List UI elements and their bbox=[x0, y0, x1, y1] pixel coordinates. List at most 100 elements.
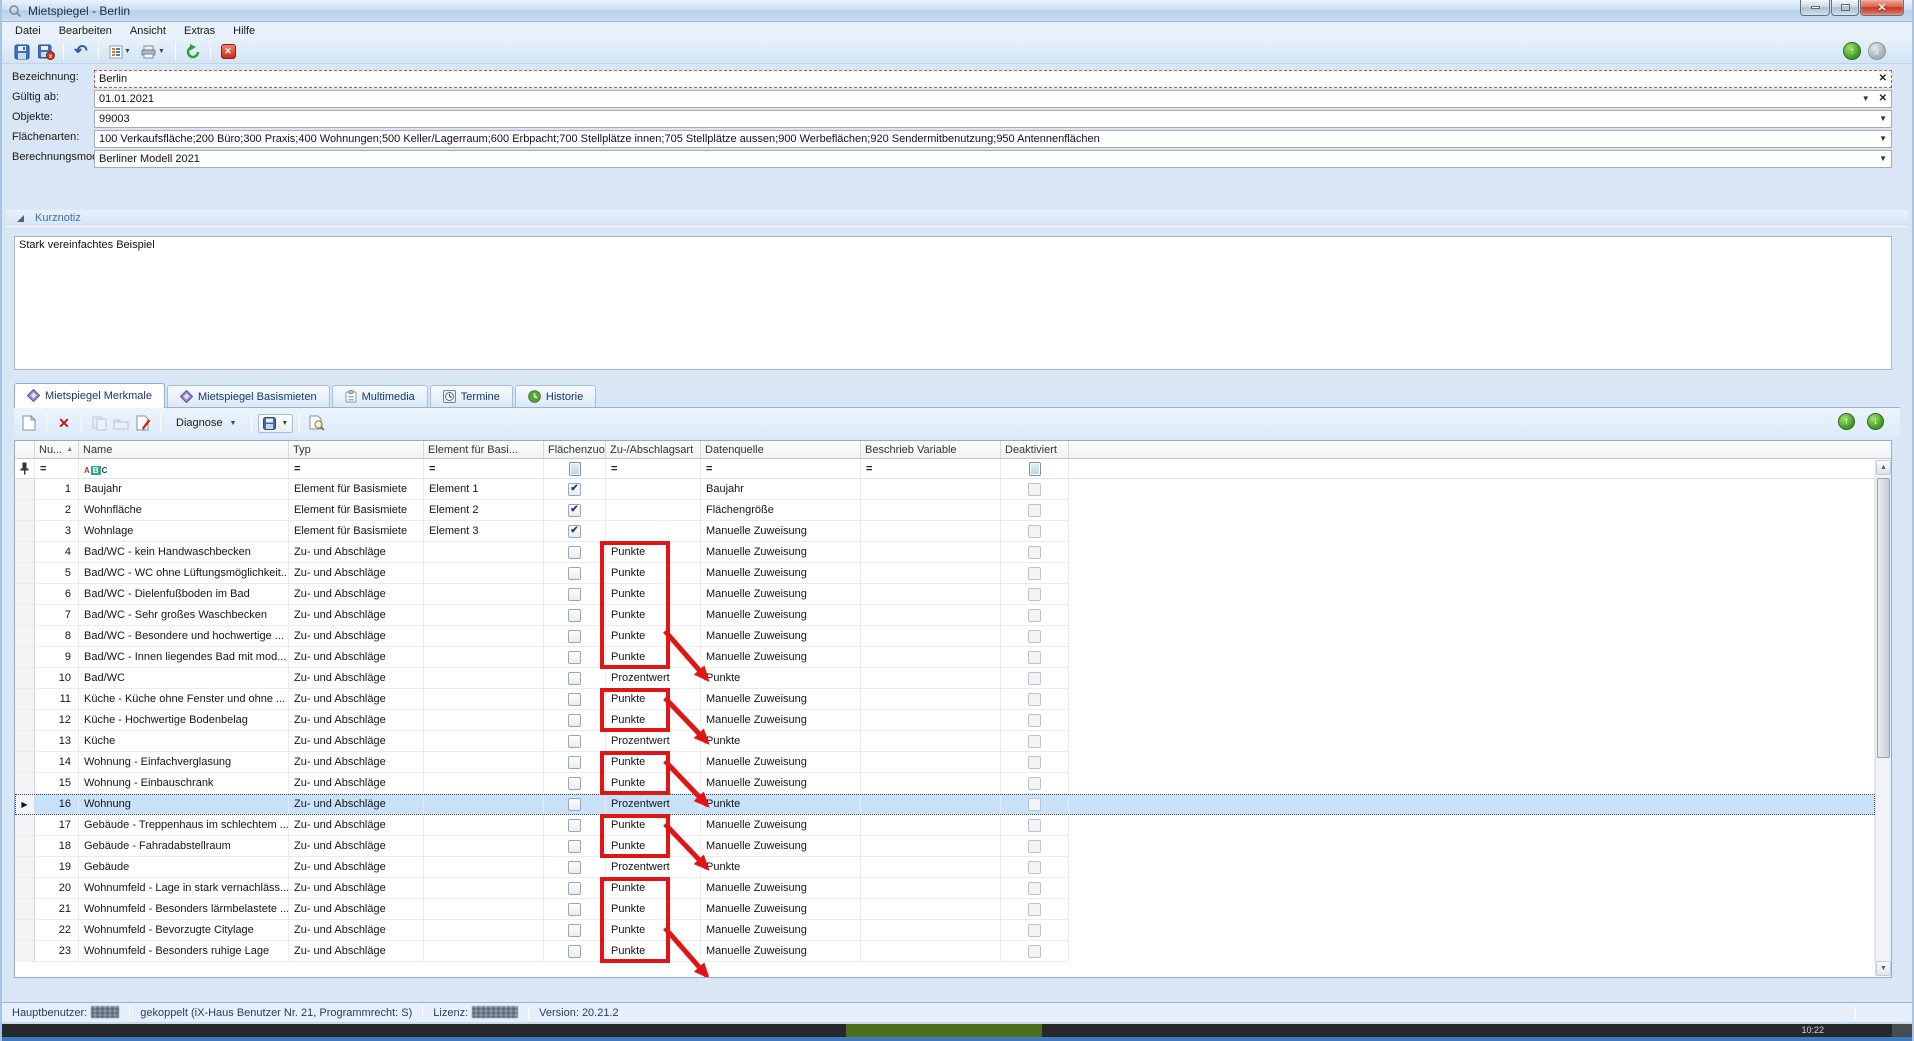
flaechenzuordnung-checkbox[interactable] bbox=[568, 714, 581, 727]
flaechenarten-input[interactable] bbox=[94, 130, 1892, 148]
row-indicator-cell[interactable] bbox=[15, 773, 35, 794]
cell-element-fuer-basismiete[interactable]: Element 1 bbox=[424, 479, 544, 500]
cell-flaechenzuordnung[interactable] bbox=[544, 731, 606, 752]
row-indicator-cell[interactable] bbox=[15, 647, 35, 668]
cell-name[interactable]: Bad/WC - Sehr großes Waschbecken bbox=[79, 605, 289, 626]
row-indicator-cell[interactable] bbox=[15, 563, 35, 584]
table-row[interactable]: 20Wohnumfeld - Lage in stark vernachläss… bbox=[15, 878, 1875, 899]
flaechenzuordnung-checkbox[interactable] bbox=[568, 651, 581, 664]
grid-nav-down-button[interactable]: ↓ bbox=[1867, 413, 1884, 430]
cell-element-fuer-basismiete[interactable] bbox=[424, 710, 544, 731]
cell-zu-abschlagsart[interactable]: Prozentwert bbox=[606, 668, 701, 689]
delete-row-button[interactable]: ✕ bbox=[53, 412, 75, 434]
cell-nummer[interactable]: 18 bbox=[35, 836, 79, 857]
cell-deaktiviert[interactable] bbox=[1001, 668, 1069, 689]
row-indicator-cell[interactable] bbox=[15, 626, 35, 647]
diagnose-button[interactable]: Diagnose ▼ bbox=[167, 413, 245, 433]
cell-typ[interactable]: Zu- und Abschläge bbox=[289, 857, 424, 878]
maximize-button[interactable] bbox=[1831, 0, 1859, 16]
cell-flaechenzuordnung[interactable] bbox=[544, 836, 606, 857]
filter-cell-3[interactable]: = bbox=[289, 459, 424, 478]
cell-name[interactable]: Gebäude - Fahradabstellraum bbox=[79, 836, 289, 857]
cell-element-fuer-basismiete[interactable] bbox=[424, 941, 544, 962]
deaktiviert-checkbox[interactable] bbox=[1028, 924, 1041, 937]
cell-zu-abschlagsart[interactable]: Punkte bbox=[606, 878, 701, 899]
menu-datei[interactable]: Datei bbox=[6, 24, 50, 38]
menu-bearbeiten[interactable]: Bearbeiten bbox=[50, 24, 121, 38]
cell-deaktiviert[interactable] bbox=[1001, 752, 1069, 773]
cell-name[interactable]: Gebäude bbox=[79, 857, 289, 878]
deaktiviert-checkbox[interactable] bbox=[1028, 735, 1041, 748]
print-dropdown-button[interactable]: ▼ bbox=[138, 42, 168, 62]
cell-element-fuer-basismiete[interactable]: Element 3 bbox=[424, 521, 544, 542]
cell-nummer[interactable]: 5 bbox=[35, 563, 79, 584]
cell-flaechenzuordnung[interactable] bbox=[544, 626, 606, 647]
cell-beschrieb-variable[interactable] bbox=[861, 500, 1001, 521]
cell-flaechenzuordnung[interactable]: ✔ bbox=[544, 521, 606, 542]
cell-datenquelle[interactable]: Manuelle Zuweisung bbox=[701, 836, 861, 857]
tab-multimedia[interactable]: Multimedia bbox=[332, 385, 428, 407]
cell-deaktiviert[interactable] bbox=[1001, 521, 1069, 542]
cell-nummer[interactable]: 20 bbox=[35, 878, 79, 899]
cell-nummer[interactable]: 7 bbox=[35, 605, 79, 626]
cell-zu-abschlagsart[interactable]: Punkte bbox=[606, 563, 701, 584]
cell-nummer[interactable]: 17 bbox=[35, 815, 79, 836]
row-indicator-cell[interactable] bbox=[15, 542, 35, 563]
flaechenzuordnung-checkbox[interactable] bbox=[568, 798, 581, 811]
cell-name[interactable]: Küche - Hochwertige Bodenbelag bbox=[79, 710, 289, 731]
table-row[interactable]: 5Bad/WC - WC ohne Lüftungsmöglichkeit...… bbox=[15, 563, 1875, 584]
cell-typ[interactable]: Zu- und Abschläge bbox=[289, 563, 424, 584]
cell-flaechenzuordnung[interactable] bbox=[544, 647, 606, 668]
cell-element-fuer-basismiete[interactable] bbox=[424, 542, 544, 563]
cell-typ[interactable]: Zu- und Abschläge bbox=[289, 920, 424, 941]
cell-zu-abschlagsart[interactable]: Punkte bbox=[606, 899, 701, 920]
tab-termine[interactable]: Termine bbox=[430, 385, 513, 407]
cell-beschrieb-variable[interactable] bbox=[861, 941, 1001, 962]
cell-flaechenzuordnung[interactable] bbox=[544, 563, 606, 584]
deaktiviert-checkbox[interactable] bbox=[1028, 882, 1041, 895]
cell-beschrieb-variable[interactable] bbox=[861, 731, 1001, 752]
cell-name[interactable]: Bad/WC bbox=[79, 668, 289, 689]
cell-element-fuer-basismiete[interactable]: Element 2 bbox=[424, 500, 544, 521]
cell-zu-abschlagsart[interactable]: Punkte bbox=[606, 815, 701, 836]
menu-hilfe[interactable]: Hilfe bbox=[224, 24, 264, 38]
cell-deaktiviert[interactable] bbox=[1001, 815, 1069, 836]
cell-beschrieb-variable[interactable] bbox=[861, 815, 1001, 836]
row-indicator-cell[interactable] bbox=[15, 899, 35, 920]
deaktiviert-checkbox[interactable] bbox=[1028, 819, 1041, 832]
cell-beschrieb-variable[interactable] bbox=[861, 773, 1001, 794]
filter-cell-6[interactable]: = bbox=[606, 459, 701, 478]
deaktiviert-checkbox[interactable] bbox=[1028, 651, 1041, 664]
cell-beschrieb-variable[interactable] bbox=[861, 899, 1001, 920]
cell-deaktiviert[interactable] bbox=[1001, 500, 1069, 521]
cell-flaechenzuordnung[interactable] bbox=[544, 752, 606, 773]
cell-typ[interactable]: Element für Basismiete bbox=[289, 500, 424, 521]
cell-typ[interactable]: Zu- und Abschläge bbox=[289, 773, 424, 794]
cell-element-fuer-basismiete[interactable] bbox=[424, 836, 544, 857]
deaktiviert-checkbox[interactable] bbox=[1028, 504, 1041, 517]
cell-element-fuer-basismiete[interactable] bbox=[424, 647, 544, 668]
cell-deaktiviert[interactable] bbox=[1001, 563, 1069, 584]
cell-zu-abschlagsart[interactable]: Punkte bbox=[606, 689, 701, 710]
cell-beschrieb-variable[interactable] bbox=[861, 584, 1001, 605]
tab-mietspiegel-basismieten[interactable]: Mietspiegel Basismieten bbox=[167, 385, 330, 407]
cell-name[interactable]: Baujahr bbox=[79, 479, 289, 500]
filter-cell-8[interactable]: = bbox=[861, 459, 1001, 478]
cell-datenquelle[interactable]: Manuelle Zuweisung bbox=[701, 605, 861, 626]
cell-zu-abschlagsart[interactable] bbox=[606, 479, 701, 500]
scrollbar-thumb[interactable] bbox=[1877, 478, 1890, 758]
list-dropdown-button[interactable]: ▼ bbox=[106, 42, 134, 62]
copy-button[interactable] bbox=[88, 412, 110, 434]
cell-deaktiviert[interactable] bbox=[1001, 773, 1069, 794]
cell-flaechenzuordnung[interactable]: ✔ bbox=[544, 500, 606, 521]
cell-beschrieb-variable[interactable] bbox=[861, 857, 1001, 878]
table-row[interactable]: 4Bad/WC - kein HandwaschbeckenZu- und Ab… bbox=[15, 542, 1875, 563]
cell-element-fuer-basismiete[interactable] bbox=[424, 899, 544, 920]
search-button[interactable] bbox=[306, 412, 328, 434]
row-indicator-cell[interactable] bbox=[15, 605, 35, 626]
cell-element-fuer-basismiete[interactable] bbox=[424, 605, 544, 626]
cell-deaktiviert[interactable] bbox=[1001, 731, 1069, 752]
cell-deaktiviert[interactable] bbox=[1001, 941, 1069, 962]
cell-deaktiviert[interactable] bbox=[1001, 920, 1069, 941]
dropdown-arrow-icon[interactable]: ▼ bbox=[1876, 114, 1890, 123]
